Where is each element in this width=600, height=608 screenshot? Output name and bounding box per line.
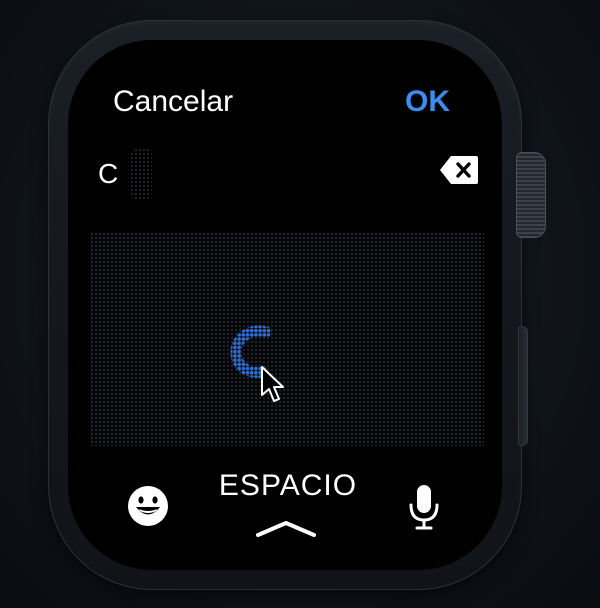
digital-crown[interactable] [516,152,546,238]
emoji-smiley-icon [128,486,168,526]
side-button[interactable] [518,326,528,446]
watch-screen: Cancelar OK C ESPACIO [68,40,502,570]
delete-backspace-icon [440,156,478,184]
ok-button[interactable]: OK [405,84,450,120]
space-button[interactable]: ESPACIO [208,468,368,504]
delete-button[interactable] [438,154,480,186]
scribble-drawing-area[interactable] [90,232,484,446]
microphone-icon [409,485,439,530]
mouse-pointer-icon [261,366,284,402]
cancel-button[interactable]: Cancelar [113,84,233,120]
chevron-up-icon [256,521,316,537]
handwritten-stroke [230,325,272,378]
text-cursor [130,148,152,200]
dictation-button[interactable] [408,483,440,531]
expand-keyboard-button[interactable] [254,518,318,538]
emoji-button[interactable] [126,484,170,528]
